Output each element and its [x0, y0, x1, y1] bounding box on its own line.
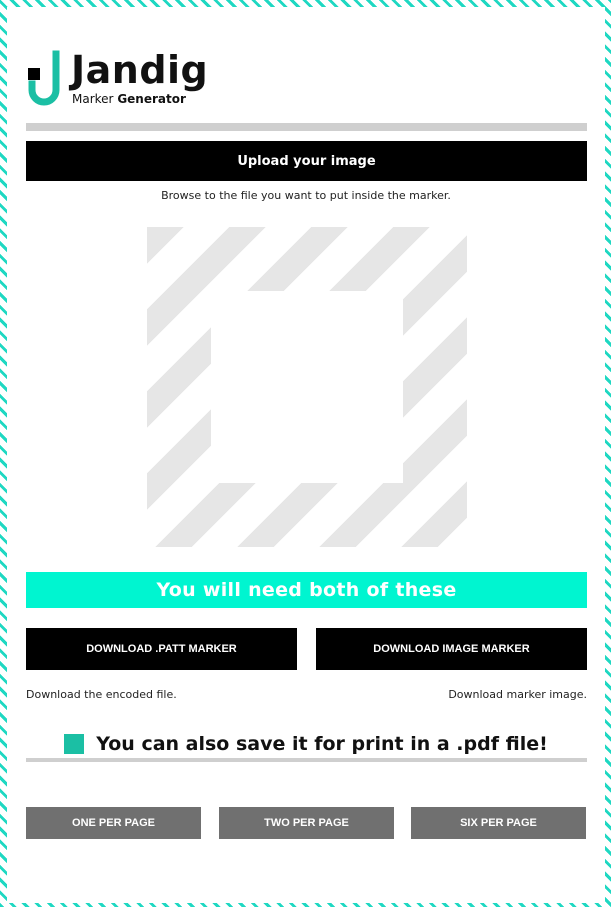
header-divider [26, 123, 587, 131]
print-divider [26, 758, 587, 762]
marker-preview [147, 227, 467, 547]
print-heading-text: You can also save it for print in a .pdf… [96, 733, 548, 755]
logo-subtitle-bold: Generator [117, 92, 186, 106]
upload-image-button[interactable]: Upload your image [26, 141, 587, 181]
download-patt-button[interactable]: DOWNLOAD .PATT MARKER [26, 628, 297, 670]
one-per-page-button[interactable]: ONE PER PAGE [26, 807, 201, 839]
main-panel: Jandig Marker Generator Upload your imag… [7, 7, 605, 903]
six-per-page-button[interactable]: SIX PER PAGE [411, 807, 586, 839]
jandig-logo: Jandig Marker Generator [26, 48, 209, 110]
print-heading: You can also save it for print in a .pdf… [7, 729, 605, 759]
teal-square-icon [64, 734, 85, 754]
patt-note: Download the encoded file. [26, 688, 177, 701]
logo-subtitle: Marker Generator [72, 92, 186, 106]
image-note: Download marker image. [448, 688, 587, 701]
jandig-logo-icon [28, 50, 60, 106]
upload-hint: Browse to the file you want to put insid… [161, 189, 451, 202]
logo-wordmark: Jandig [71, 48, 209, 92]
marker-image-slot [211, 291, 403, 483]
logo-subtitle-prefix: Marker [72, 92, 114, 106]
download-image-button[interactable]: DOWNLOAD IMAGE MARKER [316, 628, 587, 670]
need-both-banner: You will need both of these [26, 572, 587, 608]
two-per-page-button[interactable]: TWO PER PAGE [219, 807, 394, 839]
